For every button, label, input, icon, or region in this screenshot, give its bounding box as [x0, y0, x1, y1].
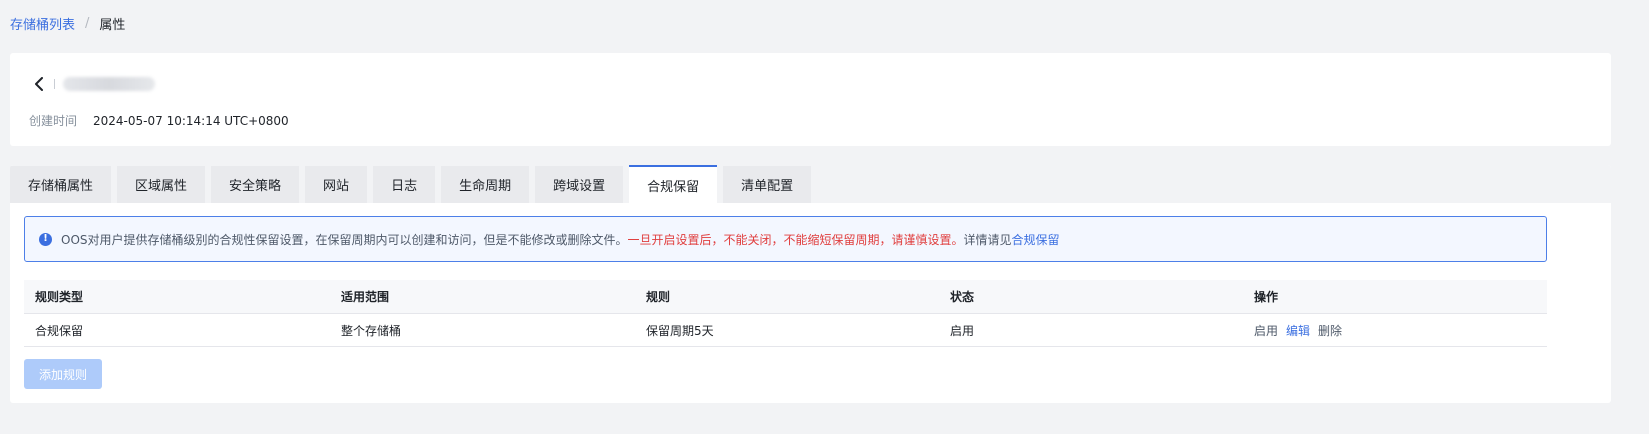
- title-divider: [54, 79, 55, 89]
- enable-action[interactable]: 启用: [1254, 322, 1278, 339]
- header-rule: 规则: [646, 290, 671, 304]
- created-time-row: 创建时间 2024-05-07 10:14:14 UTC+0800: [29, 112, 289, 129]
- tab-security-policy[interactable]: 安全策略: [211, 166, 300, 203]
- alert-more-text: 详情请见: [963, 232, 1012, 247]
- header-rule-type: 规则类型: [35, 290, 84, 304]
- info-icon: !: [39, 232, 52, 246]
- bucket-name-redacted: [63, 77, 155, 91]
- tab-bucket-properties[interactable]: 存储桶属性: [10, 166, 112, 203]
- bucket-header-card: 创建时间 2024-05-07 10:14:14 UTC+0800: [10, 53, 1611, 146]
- created-time-label: 创建时间: [29, 114, 78, 128]
- tab-region-properties[interactable]: 区域属性: [117, 166, 206, 203]
- breadcrumb: 存储桶列表 / 属性: [10, 14, 126, 33]
- tab-compliance-retention[interactable]: 合规保留: [629, 165, 718, 203]
- header-actions: 操作: [1254, 290, 1279, 304]
- tab-lifecycle[interactable]: 生命周期: [441, 166, 530, 203]
- header-scope: 适用范围: [341, 290, 390, 304]
- cell-rule: 保留周期5天: [646, 323, 714, 338]
- alert-warning-text: 一旦开启设置后，不能关闭，不能缩短保留周期，请谨慎设置。: [627, 232, 964, 247]
- add-rule-button[interactable]: 添加规则: [24, 359, 102, 389]
- breadcrumb-current: 属性: [99, 17, 126, 33]
- header-status: 状态: [950, 290, 975, 304]
- info-alert: ! OOS对用户提供存储桶级别的合规性保留设置，在保留周期内可以创建和访问，但是…: [24, 216, 1547, 262]
- compliance-retention-link[interactable]: 合规保留: [1012, 231, 1060, 248]
- cell-scope: 整个存储桶: [341, 323, 402, 338]
- breadcrumb-separator: /: [85, 15, 90, 31]
- created-time-value: 2024-05-07 10:14:14 UTC+0800: [93, 113, 289, 128]
- alert-text: OOS对用户提供存储桶级别的合规性保留设置，在保留周期内可以创建和访问，但是不能…: [61, 232, 628, 247]
- tab-website[interactable]: 网站: [305, 166, 368, 203]
- breadcrumb-bucket-list-link[interactable]: 存储桶列表: [10, 14, 75, 33]
- cell-status: 启用: [950, 323, 975, 338]
- cell-rule-type: 合规保留: [35, 323, 84, 338]
- tab-cors[interactable]: 跨域设置: [535, 166, 624, 203]
- cell-actions: 启用 编辑 删除: [1243, 322, 1547, 339]
- tab-inventory[interactable]: 清单配置: [723, 166, 812, 203]
- title-row: [28, 73, 155, 95]
- edit-action[interactable]: 编辑: [1286, 322, 1310, 339]
- properties-card: 存储桶属性 区域属性 安全策略 网站 日志 生命周期 跨域设置 合规保留 清单配…: [10, 165, 1611, 403]
- table-header: 规则类型 适用范围 规则 状态 操作: [24, 280, 1547, 314]
- tab-logs[interactable]: 日志: [373, 166, 436, 203]
- back-arrow-icon[interactable]: [28, 73, 50, 95]
- delete-action[interactable]: 删除: [1318, 322, 1342, 339]
- tab-bar: 存储桶属性 区域属性 安全策略 网站 日志 生命周期 跨域设置 合规保留 清单配…: [10, 165, 1611, 203]
- table-row: 合规保留 整个存储桶 保留周期5天 启用 启用 编辑 删除: [24, 314, 1547, 347]
- rules-table: 规则类型 适用范围 规则 状态 操作 合规保留 整个存储桶 保留周期5天 启用 …: [24, 280, 1547, 347]
